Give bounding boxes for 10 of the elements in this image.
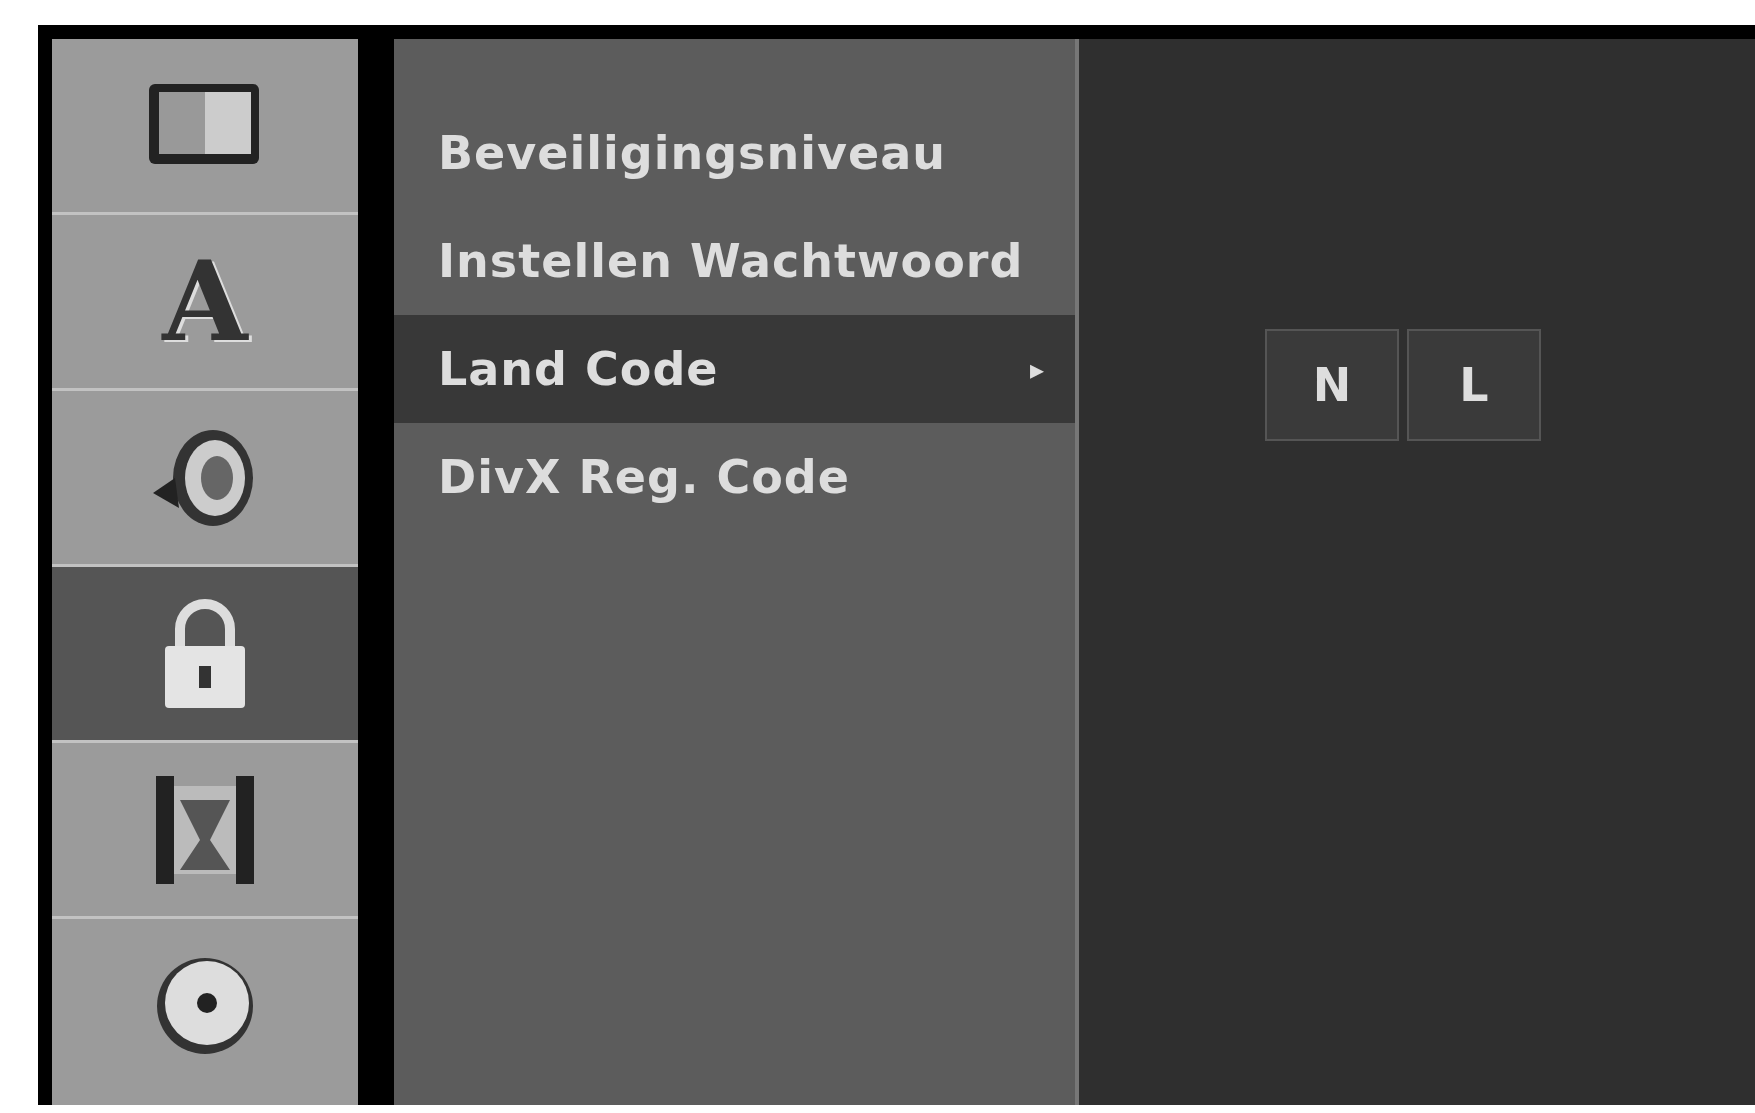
- menu-tab[interactable]: A: [52, 215, 358, 391]
- letter-icon: A: [162, 246, 248, 357]
- code-field[interactable]: L: [1407, 329, 1541, 441]
- menu-item[interactable]: Instellen Wachtwoord: [394, 207, 1075, 315]
- menu-tab[interactable]: [52, 567, 358, 743]
- code-field[interactable]: N: [1265, 329, 1399, 441]
- menu-item[interactable]: DivX Reg. Code: [394, 423, 1075, 531]
- submenu-arrow: ▸: [1029, 352, 1045, 386]
- menu-item[interactable]: Beveiligingsniveau: [394, 99, 1075, 207]
- menu-item[interactable]: Land Code ▸: [394, 315, 1075, 423]
